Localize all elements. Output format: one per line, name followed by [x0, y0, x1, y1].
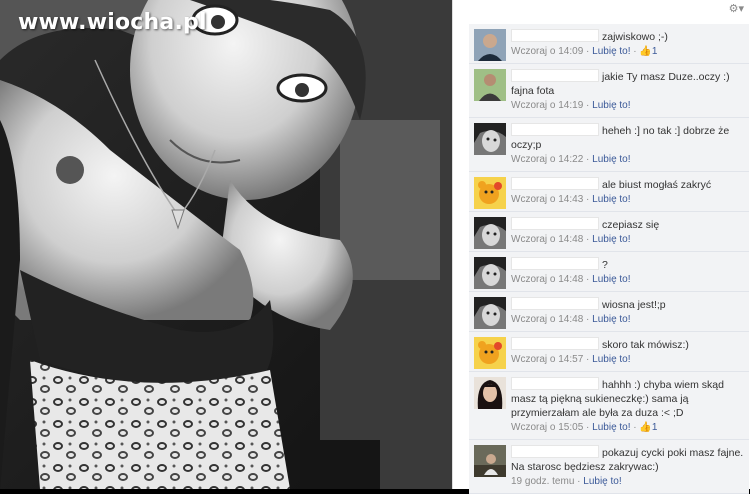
- comment-text: czepiasz się: [602, 219, 660, 231]
- comments-header: ⚙▾: [453, 0, 750, 18]
- separator: ·: [583, 194, 593, 205]
- thumbs-up-icon[interactable]: 👍: [639, 421, 651, 435]
- avatar[interactable]: [474, 217, 506, 249]
- comment-item: wiosna jest!;p Wczoraj o 14:48 · Lubię to…: [469, 292, 749, 332]
- comment-meta: Wczoraj o 14:48 · Lubię to!: [511, 233, 745, 247]
- author-name-redacted[interactable]: [511, 257, 599, 270]
- comment-body: czepiasz się: [511, 217, 745, 232]
- avatar[interactable]: [474, 69, 506, 101]
- comment-text: wiosna jest!;p: [602, 299, 666, 311]
- separator: ·: [583, 314, 593, 325]
- comment-text: zajwiskowo ;-): [602, 31, 668, 43]
- author-name-redacted[interactable]: [511, 69, 599, 82]
- like-link[interactable]: Lubię to!: [592, 422, 630, 433]
- comment-timestamp[interactable]: Wczoraj o 15:05: [511, 422, 583, 433]
- comment-item: pokazuj cycki poki masz fajne. Na staros…: [469, 440, 749, 494]
- comment-body: hahhh :) chyba wiem skąd masz tą piękną …: [511, 377, 745, 420]
- comment-timestamp[interactable]: Wczoraj o 14:57: [511, 354, 583, 365]
- comment-item: czepiasz się Wczoraj o 14:48 · Lubię to!: [469, 212, 749, 252]
- avatar[interactable]: [474, 337, 506, 369]
- comment-meta: Wczoraj o 14:57 · Lubię to!: [511, 353, 745, 367]
- avatar[interactable]: [474, 377, 506, 409]
- comment-body: jakie Ty masz Duze..oczy :) fajna fota: [511, 69, 745, 98]
- comment-list: zajwiskowo ;-) Wczoraj o 14:09 · Lubię to…: [469, 24, 749, 494]
- author-name-redacted[interactable]: [511, 297, 599, 310]
- comment-item: zajwiskowo ;-) Wczoraj o 14:09 · Lubię to…: [469, 24, 749, 64]
- author-name-redacted[interactable]: [511, 445, 599, 458]
- comment-meta: Wczoraj o 14:09 · Lubię to! · 👍1: [511, 45, 745, 59]
- avatar[interactable]: [474, 297, 506, 329]
- like-link[interactable]: Lubię to!: [592, 46, 630, 57]
- comment-body: wiosna jest!;p: [511, 297, 745, 312]
- separator: ·: [583, 274, 593, 285]
- comment-timestamp[interactable]: Wczoraj o 14:09: [511, 46, 583, 57]
- comment-body: zajwiskowo ;-): [511, 29, 745, 44]
- author-name-redacted[interactable]: [511, 377, 599, 390]
- comment-timestamp[interactable]: 19 godz. temu: [511, 476, 574, 487]
- separator: ·: [630, 422, 640, 433]
- comment-text: skoro tak mówisz:): [602, 339, 689, 351]
- comment-item: hahhh :) chyba wiem skąd masz tą piękną …: [469, 372, 749, 440]
- like-link[interactable]: Lubię to!: [592, 354, 630, 365]
- comment-timestamp[interactable]: Wczoraj o 14:48: [511, 274, 583, 285]
- comment-body: ?: [511, 257, 745, 272]
- separator: ·: [583, 100, 593, 111]
- author-name-redacted[interactable]: [511, 29, 599, 42]
- like-link[interactable]: Lubię to!: [592, 154, 630, 165]
- comment-text: ale biust mogłaś zakryć: [602, 179, 712, 191]
- separator: ·: [583, 154, 593, 165]
- photo-image: [0, 0, 452, 489]
- comment-body: pokazuj cycki poki masz fajne. Na staros…: [511, 445, 745, 474]
- like-link[interactable]: Lubię to!: [592, 194, 630, 205]
- comment-body: ale biust mogłaś zakryć: [511, 177, 745, 192]
- avatar[interactable]: [474, 445, 506, 477]
- comment-meta: 19 godz. temu · Lubię to!: [511, 475, 745, 489]
- comment-body: skoro tak mówisz:): [511, 337, 745, 352]
- separator: ·: [583, 422, 593, 433]
- like-link[interactable]: Lubię to!: [592, 314, 630, 325]
- comment-meta: Wczoraj o 14:22 · Lubię to!: [511, 153, 745, 167]
- avatar[interactable]: [474, 29, 506, 61]
- comment-body: heheh :] no tak :] dobrze że oczy;p: [511, 123, 745, 152]
- author-name-redacted[interactable]: [511, 123, 599, 136]
- comment-meta: Wczoraj o 14:19 · Lubię to!: [511, 99, 745, 113]
- avatar[interactable]: [474, 123, 506, 155]
- comment-timestamp[interactable]: Wczoraj o 14:22: [511, 154, 583, 165]
- author-name-redacted[interactable]: [511, 337, 599, 350]
- like-link[interactable]: Lubię to!: [592, 274, 630, 285]
- like-link[interactable]: Lubię to!: [592, 100, 630, 111]
- gear-icon[interactable]: ⚙▾: [729, 2, 744, 15]
- separator: ·: [630, 46, 640, 57]
- avatar[interactable]: [474, 257, 506, 289]
- comment-text: ?: [602, 259, 608, 271]
- thumbs-up-icon[interactable]: 👍: [639, 45, 651, 59]
- comment-meta: Wczoraj o 14:48 · Lubię to!: [511, 273, 745, 287]
- comment-item: skoro tak mówisz:) Wczoraj o 14:57 · Lubi…: [469, 332, 749, 372]
- author-name-redacted[interactable]: [511, 217, 599, 230]
- separator: ·: [574, 476, 584, 487]
- separator: ·: [583, 46, 593, 57]
- comment-timestamp[interactable]: Wczoraj o 14:48: [511, 234, 583, 245]
- comment-timestamp[interactable]: Wczoraj o 14:43: [511, 194, 583, 205]
- comment-timestamp[interactable]: Wczoraj o 14:19: [511, 100, 583, 111]
- comment-meta: Wczoraj o 15:05 · Lubię to! · 👍1: [511, 421, 745, 435]
- author-name-redacted[interactable]: [511, 177, 599, 190]
- like-count[interactable]: 1: [652, 46, 658, 57]
- like-count[interactable]: 1: [652, 422, 658, 433]
- photo: www.wiocha.pl: [0, 0, 452, 489]
- like-link[interactable]: Lubię to!: [583, 476, 621, 487]
- comments-panel: ⚙▾ zajwiskowo ;-) Wczoraj o 14:09 · Lubię…: [452, 0, 750, 494]
- comment-item: ale biust mogłaś zakryć Wczoraj o 14:43 ·…: [469, 172, 749, 212]
- comment-item: heheh :] no tak :] dobrze że oczy;p Wczor…: [469, 118, 749, 172]
- separator: ·: [583, 354, 593, 365]
- comment-item: ? Wczoraj o 14:48 · Lubię to!: [469, 252, 749, 292]
- separator: ·: [583, 234, 593, 245]
- avatar[interactable]: [474, 177, 506, 209]
- comment-timestamp[interactable]: Wczoraj o 14:48: [511, 314, 583, 325]
- like-link[interactable]: Lubię to!: [592, 234, 630, 245]
- comment-meta: Wczoraj o 14:43 · Lubię to!: [511, 193, 745, 207]
- comment-item: jakie Ty masz Duze..oczy :) fajna fota Wc…: [469, 64, 749, 118]
- watermark: www.wiocha.pl: [18, 10, 207, 35]
- comment-meta: Wczoraj o 14:48 · Lubię to!: [511, 313, 745, 327]
